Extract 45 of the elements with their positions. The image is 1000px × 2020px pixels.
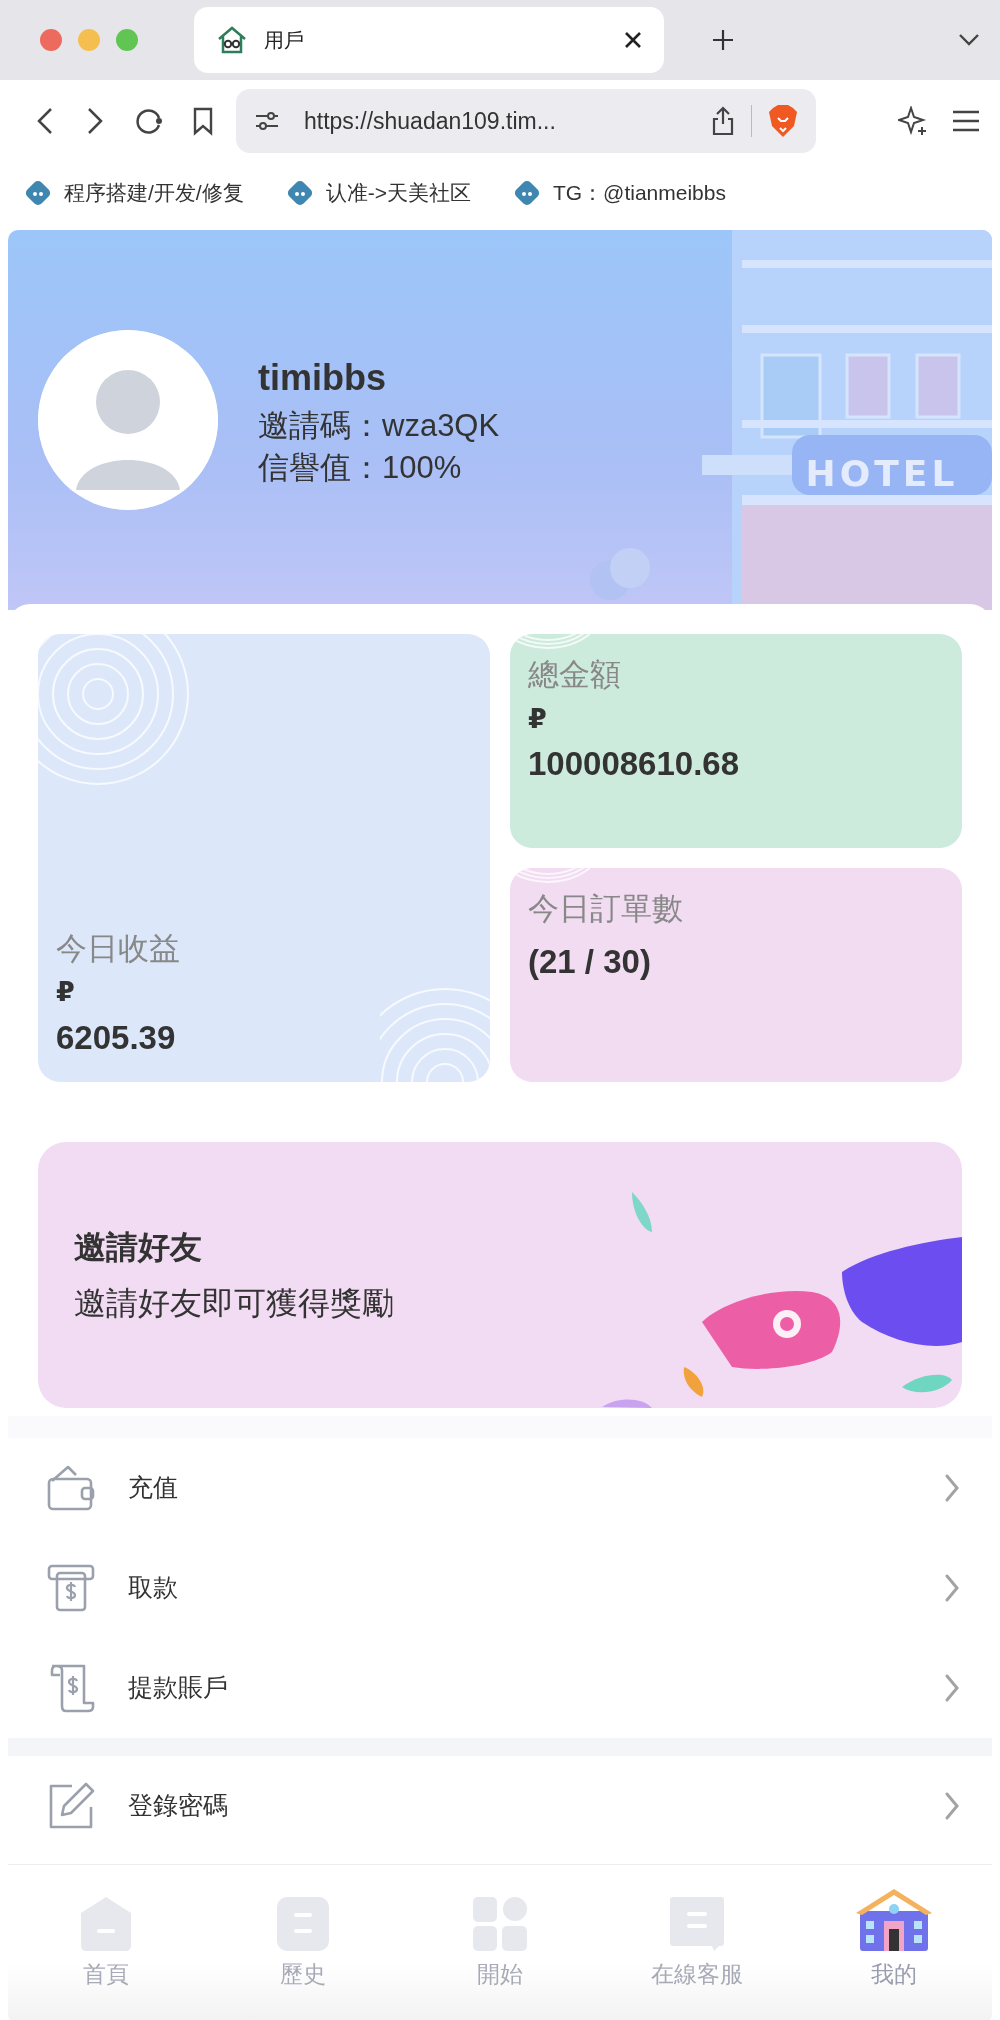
menu-item[interactable]: 取款 [8,1538,992,1638]
currency-symbol: ₽ [528,701,548,736]
chevron-right-icon [944,1573,960,1603]
stat-label: 總金額 [528,656,621,694]
chevron-down-icon[interactable] [958,33,980,47]
new-tab-icon[interactable] [712,29,734,51]
invite-code-text: 邀請碼：wza3QK [258,407,500,446]
invite-title: 邀請好友 [74,1228,203,1267]
hotel-sign: HOTEL [792,448,972,496]
atm-cash-icon [46,1563,96,1613]
credit-score-text: 信譽值：100% [258,449,463,487]
chevron-right-icon [944,1791,960,1821]
stat-value: 100008610.68 [528,744,741,784]
invite-subtitle: 邀請好友即可獲得獎勵 [74,1284,394,1323]
menu-label: 取款 [128,1572,179,1604]
tab-title: 用戶 [264,28,305,53]
close-icon[interactable] [624,31,642,49]
currency-symbol: ₽ [56,975,76,1009]
stat-label: 今日訂單數 [528,890,683,928]
menu-icon[interactable] [952,110,980,132]
bookmark-link[interactable]: 认准->天美社区 [285,177,471,209]
menu-label: 充值 [128,1472,179,1504]
reload-icon[interactable] [134,106,164,136]
wallet-icon [46,1463,96,1513]
browser-tab[interactable]: 用戶 [194,7,664,73]
share-icon[interactable] [711,106,735,136]
url-text: https://shuadan109.tim... [304,106,557,136]
address-bar[interactable]: https://shuadan109.tim... [236,89,816,153]
menu-item[interactable]: 充值 [8,1438,992,1538]
stat-value: 6205.39 [56,1017,177,1058]
invite-banner[interactable]: 邀請好友 邀請好友即可獲得獎勵 [38,1142,962,1408]
stat-value: (21 / 30) [528,941,652,982]
menu-item[interactable]: 登錄密碼 [8,1756,992,1856]
bookmark-link[interactable]: 程序搭建/开发/修复 [24,177,244,209]
chevron-right-icon [944,1473,960,1503]
menu-item[interactable]: 提款賬戶 [8,1638,992,1738]
username: timibbs [258,356,387,401]
sparkle-icon[interactable] [898,106,928,136]
menu-label: 登錄密碼 [128,1790,229,1822]
bookmark-icon[interactable] [192,106,214,136]
bookmark-link[interactable]: TG：@tianmeibbs [512,177,726,209]
stat-label: 今日收益 [56,929,180,968]
menu-label: 提款賬戶 [128,1672,229,1704]
house-icon [216,24,248,56]
chevron-right-icon [944,1673,960,1703]
